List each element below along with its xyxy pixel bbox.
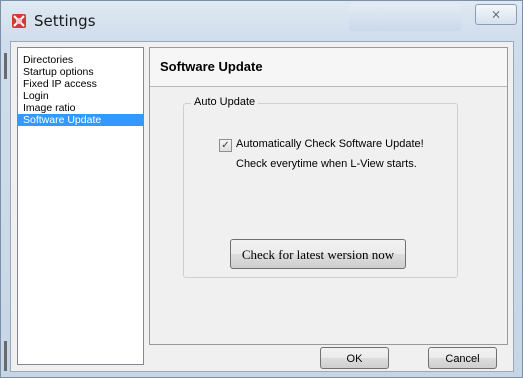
panel-header: Software Update bbox=[150, 48, 507, 87]
left-edge-mark-bottom bbox=[4, 341, 7, 371]
auto-check-subtext: Check everytime when L-View starts. bbox=[236, 158, 417, 170]
left-edge-mark bbox=[4, 53, 7, 79]
background-tab bbox=[349, 3, 461, 31]
nav-item-login[interactable]: Login bbox=[18, 90, 143, 102]
cancel-button[interactable]: Cancel bbox=[428, 347, 497, 369]
nav-item-fixed-ip-access[interactable]: Fixed IP access bbox=[18, 78, 143, 90]
title-bar[interactable]: Settings ⨯ bbox=[1, 1, 522, 41]
window-title: Settings bbox=[34, 12, 96, 30]
check-version-button[interactable]: Check for latest wersion now bbox=[230, 239, 406, 269]
settings-app-icon bbox=[11, 13, 27, 29]
nav-item-software-update[interactable]: Software Update bbox=[18, 114, 143, 126]
close-icon: ⨯ bbox=[490, 7, 502, 21]
auto-check-label[interactable]: Automatically Check Software Update! bbox=[236, 138, 424, 150]
nav-item-image-ratio[interactable]: Image ratio bbox=[18, 102, 143, 114]
checkmark-icon: ✓ bbox=[221, 140, 230, 151]
nav-item-directories[interactable]: Directories bbox=[18, 54, 143, 66]
group-label: Auto Update bbox=[191, 96, 259, 108]
panel-title: Software Update bbox=[160, 59, 263, 74]
auto-check-checkbox[interactable]: ✓ bbox=[219, 139, 232, 152]
settings-nav-list[interactable]: Directories Startup options Fixed IP acc… bbox=[17, 47, 144, 365]
ok-button[interactable]: OK bbox=[320, 347, 389, 369]
settings-window: Settings ⨯ Directories Startup options F… bbox=[0, 0, 523, 378]
nav-item-startup-options[interactable]: Startup options bbox=[18, 66, 143, 78]
close-button[interactable]: ⨯ bbox=[475, 4, 517, 25]
settings-content-panel: Software Update Auto Update ✓ Automatica… bbox=[149, 47, 508, 345]
auto-update-group: Auto Update ✓ Automatically Check Softwa… bbox=[183, 96, 458, 278]
dialog-client-area: Directories Startup options Fixed IP acc… bbox=[10, 41, 514, 372]
